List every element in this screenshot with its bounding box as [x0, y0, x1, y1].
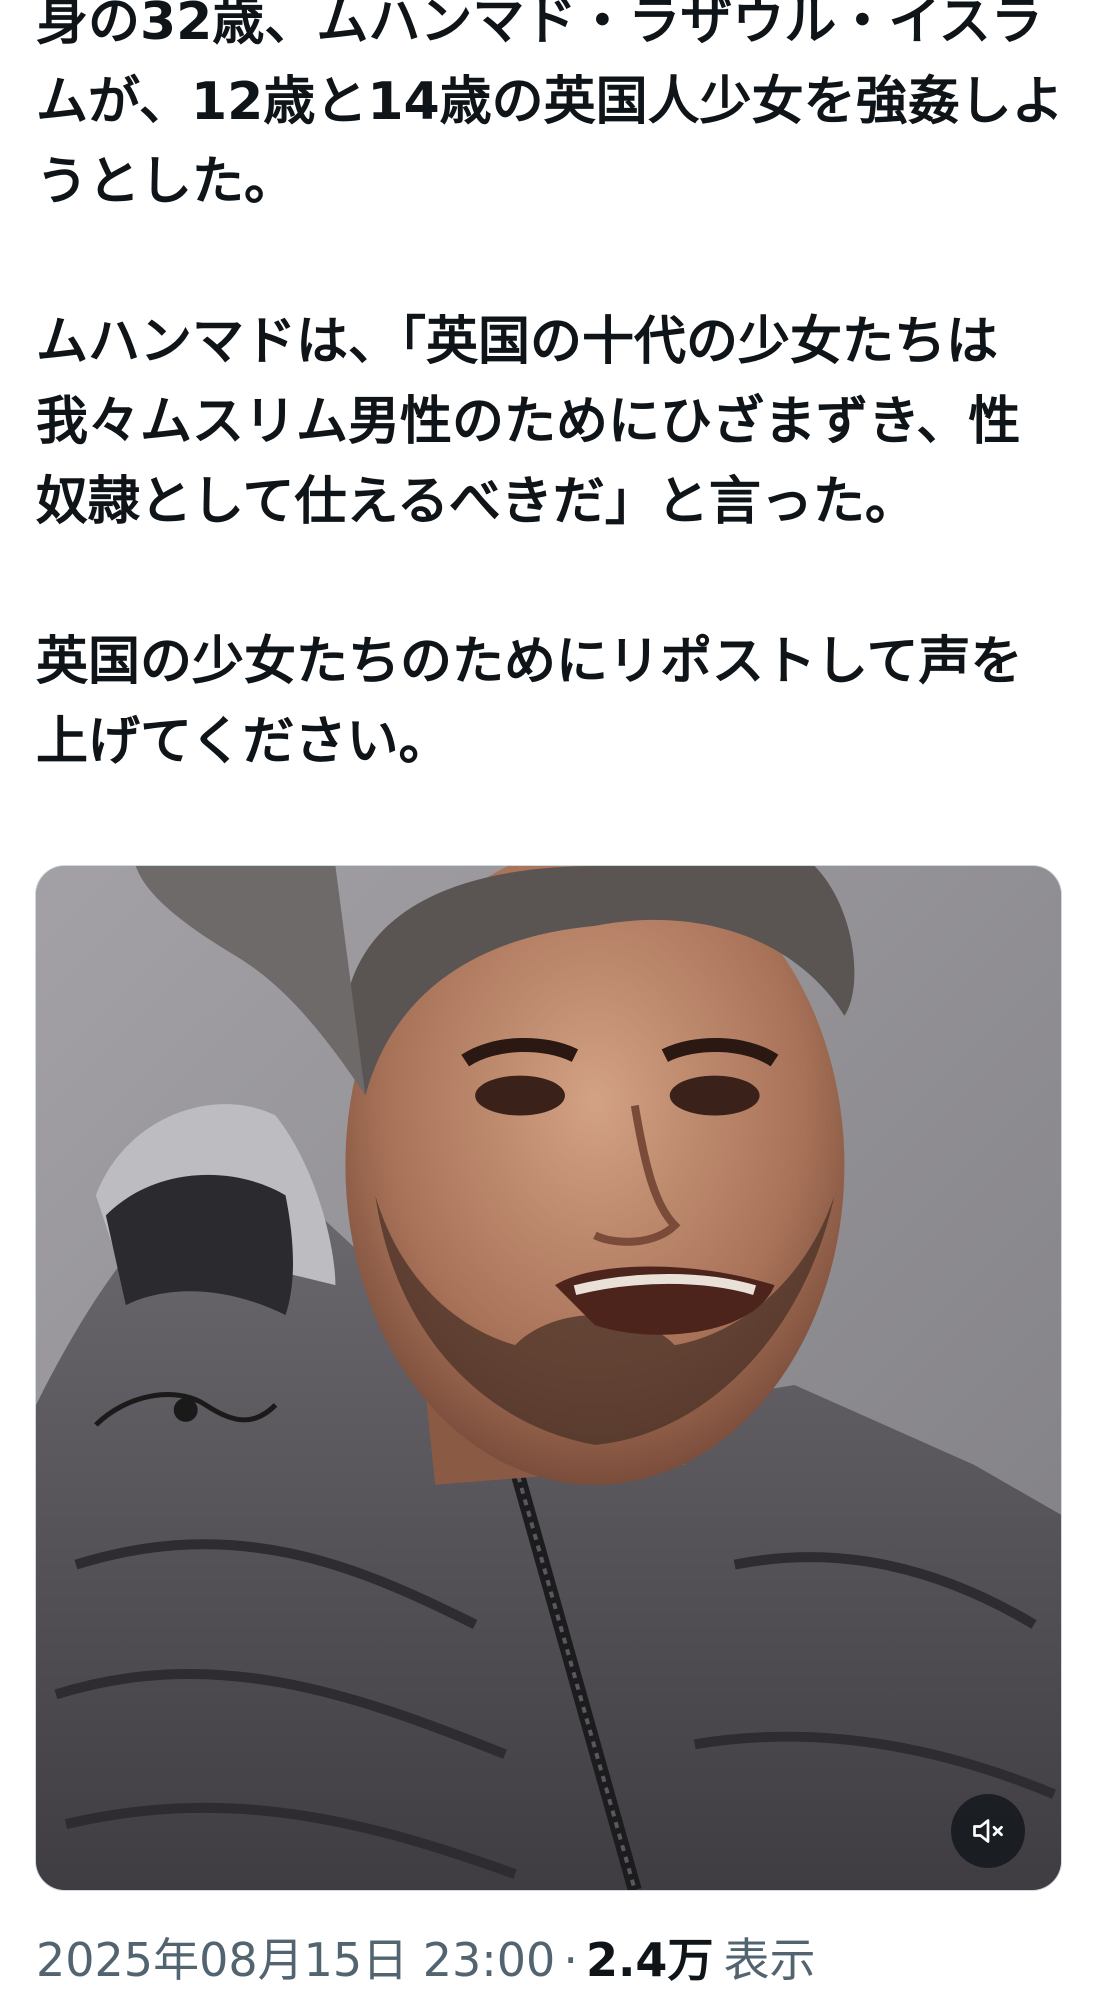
mute-toggle-button[interactable]: [951, 1794, 1025, 1868]
post-timestamp[interactable]: 2025年08月15日 23:00: [36, 1933, 555, 1987]
video-frame: [36, 866, 1061, 1890]
views-label: 表示: [723, 1933, 816, 1987]
post-paragraph-3: 英国の少女たちのためにリポストして声を上げてください。: [36, 632, 1023, 772]
post-paragraph-2: ムハンマドは、「英国の十代の少女たちは我々ムスリム男性のためにひざまずき、性奴隷…: [36, 312, 1021, 532]
meta-separator: ·: [563, 1933, 578, 1987]
views-count: 2.4万: [585, 1933, 714, 1987]
speaker-muted-icon: [973, 1819, 1003, 1843]
post-text: 身の32歳、ムハンマド・ラザウル・イスラムが、12歳と14歳の英国人少女を強姦し…: [36, 0, 1066, 782]
post: 身の32歳、ムハンマド・ラザウル・イスラムが、12歳と14歳の英国人少女を強姦し…: [0, 0, 1096, 1990]
post-meta: 2025年08月15日 23:00 · 2.4万 表示: [36, 1930, 815, 1990]
video-player[interactable]: [35, 865, 1062, 1891]
post-paragraph-1: 身の32歳、ムハンマド・ラザウル・イスラムが、12歳と14歳の英国人少女を強姦し…: [36, 0, 1064, 212]
